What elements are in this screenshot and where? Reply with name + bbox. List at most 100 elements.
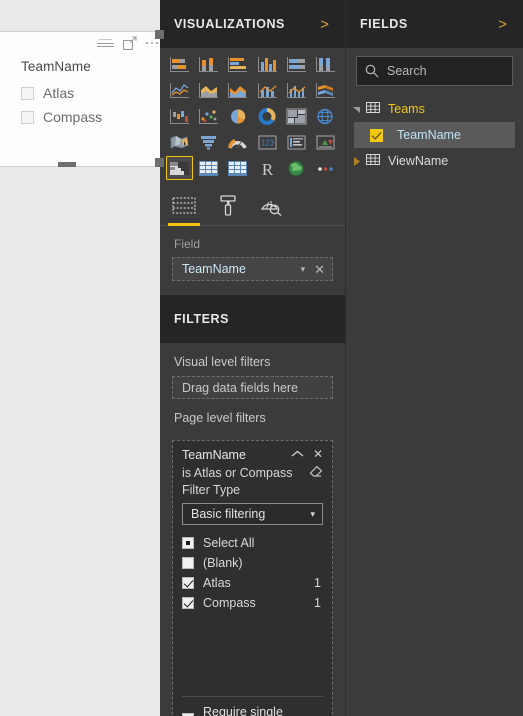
slicer-visual-header — [96, 36, 158, 50]
slicer-checkbox[interactable] — [21, 110, 34, 124]
fields-tree: Teams TeamName ViewName — [346, 96, 523, 174]
filter-value-checkbox[interactable] — [182, 537, 194, 549]
slicer-item[interactable]: Compass — [21, 105, 102, 129]
chevron-down-icon: ▾ — [310, 508, 315, 519]
svg-text:123: 123 — [260, 138, 274, 147]
slicer-checkbox[interactable] — [21, 86, 34, 100]
viz-icon-kpi[interactable] — [312, 130, 339, 154]
viz-icon-slicer[interactable] — [166, 156, 194, 180]
viz-icon-line-and-clustered-column-chart[interactable] — [283, 78, 310, 102]
tab-format[interactable] — [218, 186, 238, 226]
viz-icon-matrix[interactable] — [224, 156, 251, 180]
filter-value-label: Select All — [203, 536, 255, 550]
fields-title: FIELDS — [360, 17, 408, 31]
focus-mode-icon[interactable] — [122, 36, 137, 50]
filters-title: FILTERS — [174, 312, 230, 326]
viz-icon-donut-chart[interactable] — [253, 104, 280, 128]
viz-icon-more-visuals[interactable] — [312, 156, 339, 180]
viz-icon-map[interactable] — [312, 104, 339, 128]
visualization-pane-tabs — [160, 186, 345, 226]
chevron-down-icon[interactable]: ▾ — [301, 264, 306, 275]
filter-value-checkbox[interactable] — [182, 597, 194, 609]
slicer-item[interactable]: Atlas — [21, 81, 102, 105]
viz-icon-stacked-column-chart[interactable] — [195, 52, 222, 76]
viz-icon-arcgis-map[interactable] — [283, 156, 310, 180]
viz-icon-funnel-chart[interactable] — [195, 130, 222, 154]
filter-value-checkbox[interactable] — [182, 557, 194, 569]
search-icon — [365, 64, 379, 78]
viz-icon-scatter-chart[interactable] — [195, 104, 222, 128]
filter-value-checkbox[interactable] — [182, 577, 194, 589]
filter-value-label: (Blank) — [203, 556, 243, 570]
field-well-label: Field — [174, 237, 201, 251]
svg-text:R: R — [261, 160, 273, 177]
resize-handle-bottom-right[interactable] — [155, 158, 164, 167]
fields-tree-label: TeamName — [397, 128, 461, 142]
page-level-filters-label: Page level filters — [174, 411, 266, 425]
fields-tree-label: ViewName — [388, 154, 449, 168]
resize-handle-top-right[interactable] — [155, 30, 164, 39]
filter-value-item[interactable]: Atlas 1 — [182, 573, 323, 593]
expand-visualizations-icon[interactable]: > — [318, 15, 331, 34]
viz-icon-filled-map[interactable] — [166, 130, 193, 154]
viz-icon-table[interactable] — [195, 156, 222, 180]
viz-icon-gauge-chart[interactable] — [224, 130, 251, 154]
viz-icon-card[interactable]: 123 — [253, 130, 280, 154]
viz-icon-clustered-bar-chart[interactable] — [224, 52, 251, 76]
visual-level-filters-dropzone[interactable]: Drag data fields here — [172, 376, 333, 399]
expand-fields-icon[interactable]: > — [496, 15, 509, 34]
filter-card-field-name: TeamName — [182, 448, 246, 462]
filter-type-value: Basic filtering — [191, 507, 266, 521]
viz-icon-treemap[interactable] — [283, 104, 310, 128]
fields-tree-table-viewname[interactable]: ViewName — [346, 148, 523, 174]
viz-icon-area-chart[interactable] — [195, 78, 222, 102]
visual-level-filters-label: Visual level filters — [174, 355, 271, 369]
filter-value-count: 1 — [314, 596, 321, 610]
viz-icon-line-and-stacked-column-chart[interactable] — [253, 78, 280, 102]
filter-card-condition: is Atlas or Compass — [182, 466, 293, 480]
filter-value-item[interactable]: (Blank) — [182, 553, 323, 573]
viz-icon-pie-chart[interactable] — [224, 104, 251, 128]
filter-card-teamname[interactable]: TeamName ✕ is Atlas or Compass Filter Ty… — [172, 440, 333, 716]
filter-type-label: Filter Type — [182, 483, 241, 497]
collapse-filter-icon[interactable] — [291, 448, 304, 460]
viz-icon-stacked-bar-chart[interactable] — [166, 52, 193, 76]
filter-value-label: Atlas — [203, 576, 231, 590]
slicer-item-list: Atlas Compass — [21, 81, 102, 129]
field-checkbox[interactable] — [370, 128, 383, 142]
eraser-icon[interactable] — [309, 465, 323, 480]
report-canvas[interactable]: TeamName Atlas Compass — [0, 0, 165, 716]
field-well-slot[interactable]: TeamName ▾ ✕ — [172, 257, 333, 281]
expanded-triangle-icon[interactable] — [352, 105, 362, 113]
tab-analytics[interactable] — [260, 186, 282, 226]
table-icon — [366, 152, 380, 170]
filter-value-count: 1 — [314, 576, 321, 590]
collapsed-triangle-icon[interactable] — [352, 156, 362, 166]
viz-icon-100-percent-stacked-bar-chart[interactable] — [283, 52, 310, 76]
filter-value-list: Select All (Blank) Atlas 1 Compass 1 — [182, 533, 323, 613]
filter-type-select[interactable]: Basic filtering ▾ — [182, 503, 323, 525]
visualization-type-grid: 123 R — [160, 48, 345, 182]
remove-field-icon[interactable]: ✕ — [314, 263, 325, 276]
tab-fields[interactable] — [168, 186, 200, 226]
slicer-visual[interactable]: TeamName Atlas Compass — [0, 31, 165, 167]
fields-tree-field-teamname[interactable]: TeamName — [354, 122, 515, 148]
require-single-selection-row[interactable]: Require single selecti... — [182, 696, 323, 716]
viz-icon-ribbon-chart[interactable] — [312, 78, 339, 102]
require-single-selection-label: Require single selecti... — [203, 705, 283, 716]
viz-icon-clustered-column-chart[interactable] — [253, 52, 280, 76]
fields-tree-table-teams[interactable]: Teams — [346, 96, 523, 122]
viz-icon-stacked-area-chart[interactable] — [224, 78, 251, 102]
filter-icon[interactable] — [96, 38, 114, 48]
resize-handle-bottom[interactable] — [58, 162, 76, 167]
visualizations-title: VISUALIZATIONS — [174, 17, 285, 31]
close-filter-icon[interactable]: ✕ — [313, 448, 323, 460]
search-input[interactable]: Search — [356, 56, 513, 86]
filter-value-item[interactable]: Select All — [182, 533, 323, 553]
viz-icon-line-chart[interactable] — [166, 78, 193, 102]
viz-icon-waterfall-chart[interactable] — [166, 104, 193, 128]
viz-icon-r-script-visual[interactable]: R — [253, 156, 280, 180]
viz-icon-multi-row-card[interactable] — [283, 130, 310, 154]
viz-icon-100-percent-stacked-column-chart[interactable] — [312, 52, 339, 76]
filter-value-item[interactable]: Compass 1 — [182, 593, 323, 613]
